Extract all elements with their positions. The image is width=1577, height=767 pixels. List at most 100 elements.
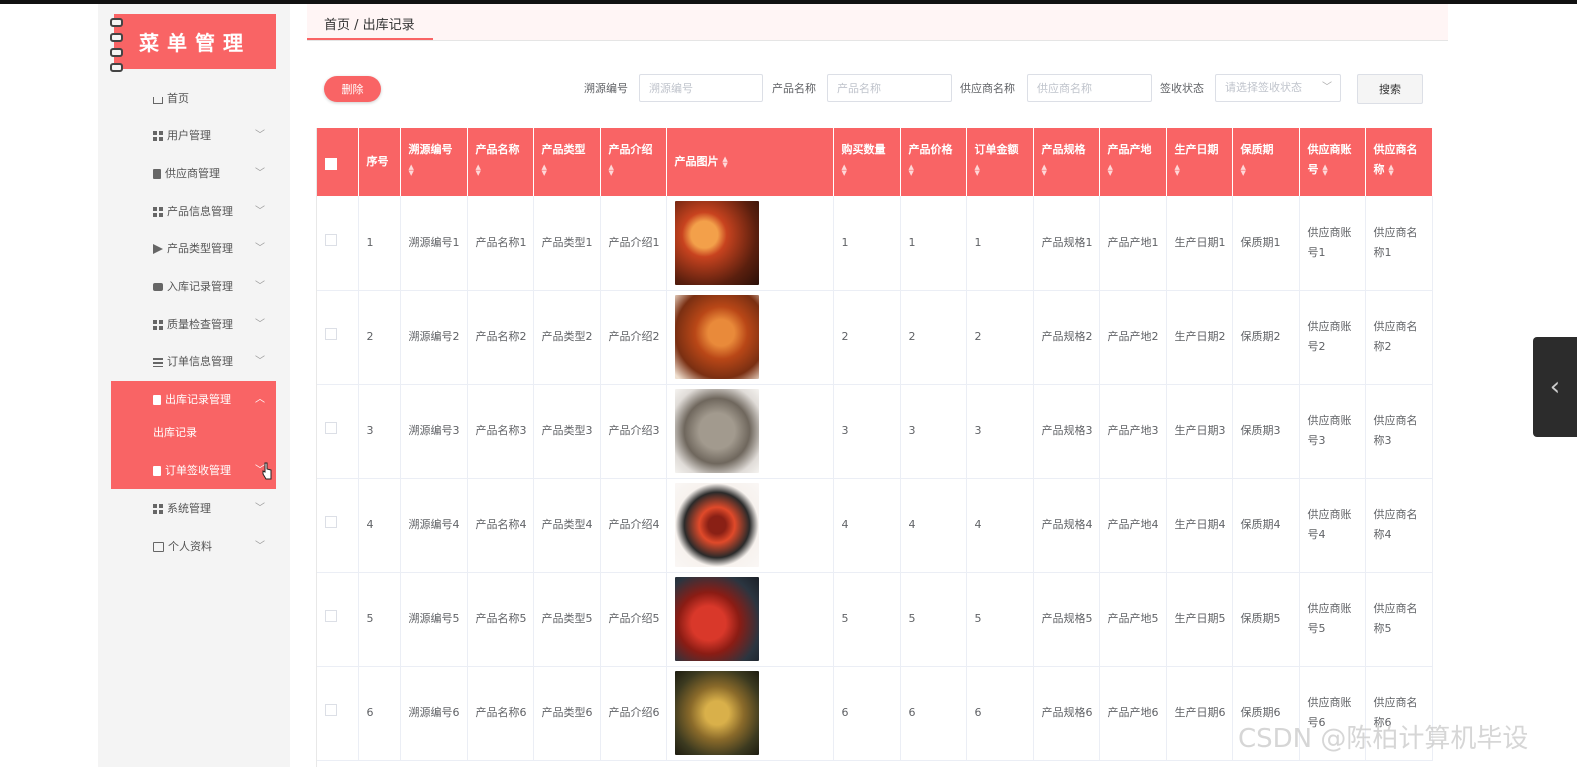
table-cell: 生产日期3 xyxy=(1166,384,1233,479)
chevron-down-icon: ﹀ xyxy=(255,168,265,179)
table-cell: 生产日期1 xyxy=(1166,196,1233,291)
table-cell: 保质期4 xyxy=(1232,478,1300,573)
checkbox-icon[interactable] xyxy=(325,233,337,246)
sort-icon[interactable]: ▲ ▼ xyxy=(1042,164,1047,177)
sort-icon[interactable]: ▲ ▼ xyxy=(542,164,547,177)
sort-icon[interactable]: ▲ ▼ xyxy=(476,164,481,177)
table-cell: 1 xyxy=(900,196,967,291)
supplier-name-input[interactable] xyxy=(1027,74,1152,102)
breadcrumb[interactable]: 首页 / 出库记录 xyxy=(324,14,415,33)
product-image[interactable] xyxy=(674,200,759,285)
sort-icon[interactable]: ▲ ▼ xyxy=(1322,164,1327,177)
table-row[interactable]: 3 溯源编号3 产品名称3 产品类型3 产品介绍3 3 3 3 产品规格3 产品… xyxy=(317,384,1433,479)
column-header-label: 订单金额 xyxy=(974,143,1019,156)
product-image[interactable] xyxy=(674,389,759,473)
delete-button[interactable]: 删除 xyxy=(324,76,381,102)
drawer-toggle-tab[interactable]: ‹ xyxy=(1533,337,1577,437)
column-header[interactable]: 产品产地 ▲ ▼ xyxy=(1099,128,1167,196)
trace-code-input[interactable] xyxy=(639,74,763,102)
product-name-input[interactable] xyxy=(827,74,952,102)
sidebar-item-outbound[interactable]: 出库记录管理 ︿ xyxy=(153,389,273,411)
sidebar-item-inbound[interactable]: 入库记录管理 ﹀ xyxy=(153,276,273,298)
table-row[interactable]: 2 溯源编号2 产品名称2 产品类型2 产品介绍2 2 2 2 产品规格2 产品… xyxy=(317,290,1433,385)
sort-icon[interactable]: ▲ ▼ xyxy=(1388,164,1393,177)
chevron-down-icon: ﹀ xyxy=(255,130,265,141)
checkbox-icon[interactable] xyxy=(325,610,337,622)
sign-status-placeholder: 请选择签收状态 xyxy=(1225,81,1302,94)
table-row[interactable]: 4 溯源编号4 产品名称4 产品类型4 产品介绍4 4 4 4 产品规格4 产品… xyxy=(317,478,1433,573)
product-image[interactable] xyxy=(674,483,759,567)
column-header[interactable]: 产品名称 ▲ ▼ xyxy=(467,128,534,196)
sidebar-item-products[interactable]: 产品信息管理 ﹀ xyxy=(153,201,273,223)
column-header[interactable]: 产品介绍 ▲ ▼ xyxy=(600,128,667,196)
product-image[interactable] xyxy=(674,671,759,755)
select-all-checkbox[interactable] xyxy=(317,128,359,196)
table-cell: 保质期3 xyxy=(1232,384,1300,479)
column-header[interactable]: 产品图片 ▲ ▼ xyxy=(666,128,834,196)
table-cell: 溯源编号1 xyxy=(400,196,468,291)
product-image[interactable] xyxy=(674,577,759,661)
chevron-down-icon: ﹀ xyxy=(255,541,265,552)
row-checkbox-cell[interactable] xyxy=(317,666,359,761)
sidebar-item-system[interactable]: 系统管理 ﹀ xyxy=(153,498,273,520)
checkbox-icon[interactable] xyxy=(325,516,337,528)
sort-icon[interactable]: ▲ ▼ xyxy=(1175,164,1180,177)
sidebar-item-label: 产品信息管理 xyxy=(167,205,233,218)
sidebar-item-suppliers[interactable]: 供应商管理 ﹀ xyxy=(153,163,273,185)
sort-icon[interactable]: ▲ ▼ xyxy=(975,164,980,177)
table-cell: 5 xyxy=(833,572,901,667)
row-checkbox-cell[interactable] xyxy=(317,290,359,385)
chevron-down-icon: ﹀ xyxy=(1322,82,1332,93)
app-logo: 菜单管理 xyxy=(110,14,276,72)
row-checkbox-cell[interactable] xyxy=(317,384,359,479)
column-header[interactable]: 订单金额 ▲ ▼ xyxy=(966,128,1034,196)
sidebar-item-users[interactable]: 用户管理 ﹀ xyxy=(153,125,273,147)
table-cell: 6 xyxy=(358,666,401,761)
table-row[interactable]: 1 溯源编号1 产品名称1 产品类型1 产品介绍1 1 1 1 产品规格1 产品… xyxy=(317,196,1433,291)
row-checkbox-cell[interactable] xyxy=(317,478,359,573)
grid-icon xyxy=(153,131,163,141)
column-header[interactable]: 溯源编号 ▲ ▼ xyxy=(400,128,468,196)
sidebar: 菜单管理 首页 用户管理 ﹀ 供应商管理 ﹀ 产品信息管理 ﹀ 产品类型管理 ﹀ xyxy=(98,4,290,767)
sidebar-item-quality[interactable]: 质量检查管理 ﹀ xyxy=(153,314,273,336)
sidebar-item-home[interactable]: 首页 xyxy=(153,88,273,110)
sign-status-select[interactable]: 请选择签收状态 ﹀ xyxy=(1215,74,1341,102)
sidebar-item-label: 首页 xyxy=(167,92,189,105)
sort-icon[interactable]: ▲ ▼ xyxy=(409,164,414,177)
row-checkbox-cell[interactable] xyxy=(317,572,359,667)
sort-icon[interactable]: ▲ ▼ xyxy=(722,156,727,169)
column-header[interactable]: 保质期 ▲ ▼ xyxy=(1232,128,1300,196)
column-header[interactable]: 产品类型 ▲ ▼ xyxy=(533,128,601,196)
sidebar-item-profile[interactable]: 个人资料 ﹀ xyxy=(153,536,273,558)
grid-icon xyxy=(153,504,163,514)
checkbox-icon[interactable] xyxy=(325,704,337,716)
sort-icon[interactable]: ▲ ▼ xyxy=(1241,164,1246,177)
sort-icon[interactable]: ▲ ▼ xyxy=(1108,164,1113,177)
column-header[interactable]: 供应商名称 ▲ ▼ xyxy=(1365,128,1433,196)
sidebar-subitem-outbound-records[interactable]: 出库记录 xyxy=(153,424,197,440)
checkbox-icon[interactable] xyxy=(325,158,337,170)
table-cell: 3 xyxy=(358,384,401,479)
checkbox-icon[interactable] xyxy=(325,328,337,340)
column-header[interactable]: 产品价格 ▲ ▼ xyxy=(900,128,967,196)
chevron-down-icon: ﹀ xyxy=(255,243,265,254)
row-checkbox-cell[interactable] xyxy=(317,196,359,291)
table-cell: 产品名称2 xyxy=(467,290,534,385)
sidebar-item-order-signing[interactable]: 订单签收管理 ﹀ xyxy=(153,460,273,482)
sort-icon[interactable]: ▲ ▼ xyxy=(909,164,914,177)
column-header[interactable]: 产品规格 ▲ ▼ xyxy=(1033,128,1100,196)
sidebar-item-orders[interactable]: 订单信息管理 ﹀ xyxy=(153,351,273,373)
left-gutter xyxy=(0,4,98,767)
checkbox-icon[interactable] xyxy=(325,422,337,434)
sort-icon[interactable]: ▲ ▼ xyxy=(842,164,847,177)
column-header[interactable]: 供应商账号 ▲ ▼ xyxy=(1299,128,1366,196)
column-header[interactable]: 生产日期 ▲ ▼ xyxy=(1166,128,1233,196)
column-header[interactable]: 购买数量 ▲ ▼ xyxy=(833,128,901,196)
image-cell xyxy=(666,666,834,761)
doc-icon xyxy=(153,169,161,179)
sidebar-item-product-types[interactable]: 产品类型管理 ﹀ xyxy=(153,238,273,260)
search-button[interactable]: 搜索 xyxy=(1357,74,1423,104)
product-image[interactable] xyxy=(674,295,759,379)
table-row[interactable]: 5 溯源编号5 产品名称5 产品类型5 产品介绍5 5 5 5 产品规格5 产品… xyxy=(317,572,1433,667)
sort-icon[interactable]: ▲ ▼ xyxy=(609,164,614,177)
